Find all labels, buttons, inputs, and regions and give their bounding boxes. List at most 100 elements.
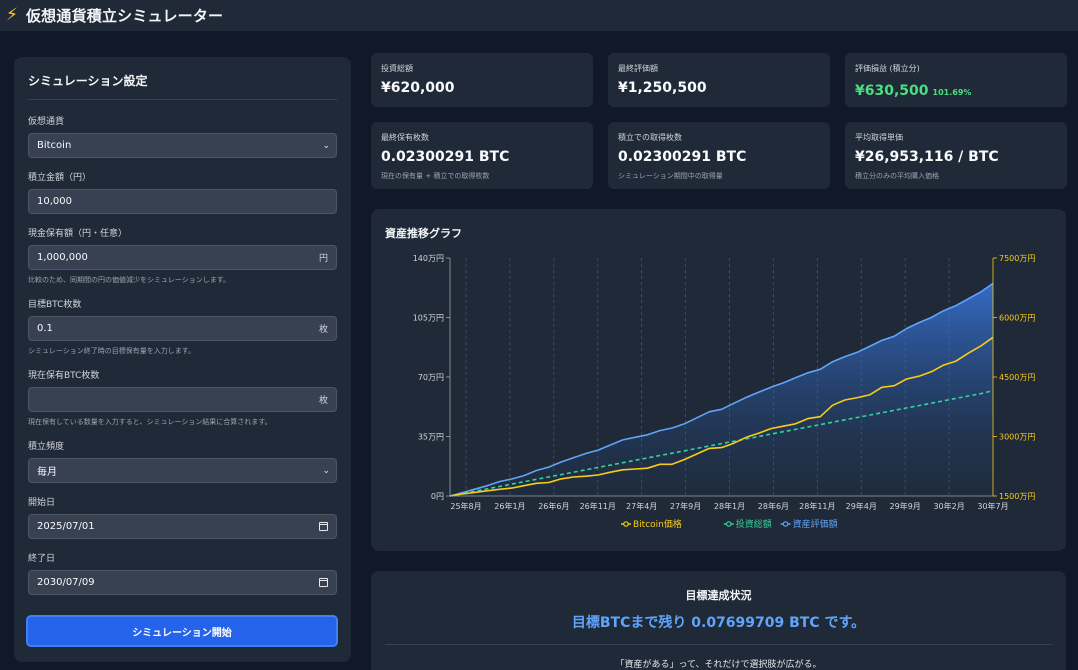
currency-select[interactable]: Bitcoin ⌄ [28,133,337,158]
x-tick-label: 27年9月 [670,501,701,511]
holding-field: 現在保有BTC枚数 枚 現在保有している数量を入力すると、シミュレーション結果に… [28,368,337,427]
gain-row: ¥630,500 101.69% [855,80,1057,99]
holdings-label: 最終保有枚数 [381,133,429,142]
chart-legend[interactable]: Bitcoin価格 投資総額 資産評価額 [621,518,838,530]
target-label: 目標BTC枚数 [28,300,82,310]
y-left-tick-label: 0円 [431,492,444,501]
amount-field: 積立金額（円） 10,000 [28,170,337,214]
x-tick-label: 26年6月 [538,501,569,511]
legend-item[interactable]: 投資総額 [723,518,772,530]
amount-label: 積立金額（円） [28,173,92,183]
gain-pct: 101.69% [932,88,972,97]
acquired-label: 積立での取得枚数 [618,133,682,142]
chevron-down-icon: ⌄ [322,140,330,151]
legend-label: Bitcoin価格 [633,518,682,530]
legend-swatch-dot [725,521,732,527]
start-value: 2025/07/01 [37,521,95,532]
cash-input[interactable]: 1,000,000 円 [28,245,337,270]
goal-title: 目標達成状況 [685,589,752,602]
legend-label: 投資総額 [736,518,772,530]
cash-hint: 比較のため、同期間の円の価値減少をシミュレーションします。 [28,276,231,284]
asset-value-area [450,283,993,496]
amount-input[interactable]: 10,000 [28,189,337,214]
legend-label: 資産評価額 [793,518,838,530]
target-value: 0.1 [37,323,53,334]
x-tick-label: 28年11月 [799,501,835,511]
x-tick-label: 25年8月 [450,501,481,511]
start-simulation-button[interactable]: シミュレーション開始 [26,615,338,647]
y-left-tick-label: 140万円 [413,254,444,263]
acquired-sub: シミュレーション期間中の取得量 [618,172,723,180]
amount-value: 10,000 [37,196,72,207]
frequency-field: 積立頻度 毎月 ⌄ [28,439,337,483]
chart-panel: 資産推移グラフ 25年8月 26年1月 26年6月 26年11月 27年4月 27年9月 2… [371,209,1066,551]
x-tick-label: 28年1月 [714,501,745,511]
avg-price-label: 平均取得単価 [855,133,903,142]
final-value-card: 最終評価額 ¥1,250,500 [608,53,830,107]
x-tick-label: 28年6月 [758,501,789,511]
goal-text: 目標BTCまで残り 0.07699709 BTC です。 [571,615,866,631]
x-tick-label: 26年1月 [494,501,525,511]
start-label: 開始日 [28,498,56,508]
avg-price-card: 平均取得単価 ¥26,953,116 / BTC 積立分のみの平均購入価格 [845,122,1067,189]
x-tick-label: 30年7月 [977,501,1008,511]
invested-card: 投資総額 ¥620,000 [371,53,593,107]
calendar-icon[interactable] [319,522,328,531]
acquired-value: 0.02300291 BTC [618,149,747,165]
x-tick-label: 30年2月 [933,501,964,511]
frequency-select[interactable]: 毎月 ⌄ [28,458,337,483]
final-value-value: ¥1,250,500 [618,80,707,96]
currency-value: Bitcoin [37,140,72,151]
app-header: ⚡ 仮想通貨積立シミュレーター [0,0,1078,32]
cash-label: 現金保有額（円・任意） [28,229,128,239]
y-right-tick-label: 1500万円 [999,492,1035,501]
avg-price-sub: 積立分のみの平均購入価格 [855,172,939,180]
legend-item[interactable]: 資産評価額 [780,518,838,530]
end-field: 終了日 2030/07/09 [28,551,337,595]
invested-value: ¥620,000 [381,80,455,96]
goal-quote: 「資産がある」って、それだけで選択肢が広がる。 [615,660,822,670]
invested-label: 投資総額 [381,64,413,73]
holding-hint: 現在保有している数量を入力すると、シミュレーション結果に合算されます。 [28,418,272,426]
avg-price-value: ¥26,953,116 / BTC [855,149,999,165]
x-tick-label: 29年9月 [890,501,921,511]
holding-label: 現在保有BTC枚数 [28,371,100,381]
x-tick-label: 29年4月 [846,501,877,511]
start-field: 開始日 2025/07/01 [28,495,337,539]
start-date-input[interactable]: 2025/07/01 [28,514,337,539]
legend-item[interactable]: Bitcoin価格 [621,518,682,530]
goal-panel: 目標達成状況 目標BTCまで残り 0.07699709 BTC です。 「資産が… [371,571,1066,670]
lightning-bolt-icon: ⚡ [6,5,18,25]
holdings-value: 0.02300291 BTC [381,149,510,165]
holding-suffix: 枚 [318,396,328,406]
x-tick-label: 27年4月 [626,501,657,511]
settings-panel: シミュレーション設定 仮想通貨 Bitcoin ⌄ 積立金額（円） 10,000… [14,57,351,662]
target-suffix: 枚 [318,325,328,335]
gain-value: ¥630,500 [855,83,929,99]
holdings-sub: 現在の保有量 + 積立での取得枚数 [381,172,490,180]
y-left-tick-label: 105万円 [413,314,444,323]
y-right-tick-label: 6000万円 [999,314,1035,323]
goal-divider [385,644,1052,645]
y-left-tick-label: 35万円 [418,433,444,442]
calendar-icon[interactable] [319,578,328,587]
settings-title: シミュレーション設定 [28,72,337,100]
y-right-tick-label: 3000万円 [999,433,1035,442]
target-field: 目標BTC枚数 0.1 枚 シミュレーション終了時の目標保有量を入力します。 [28,297,337,356]
frequency-label: 積立頻度 [28,442,65,452]
target-input[interactable]: 0.1 枚 [28,316,337,341]
y-right-tick-label: 4500万円 [999,373,1035,382]
cash-value: 1,000,000 [37,252,88,263]
frequency-value: 毎月 [37,467,57,478]
app-title: 仮想通貨積立シミュレーター [25,7,224,25]
asset-chart[interactable]: 25年8月 26年1月 26年6月 26年11月 27年4月 27年9月 28年1月 28年6… [371,209,1066,551]
y-right-tick-label: 7500万円 [999,254,1035,263]
end-date-input[interactable]: 2030/07/09 [28,570,337,595]
gain-label: 評価損益 (積立分) [855,64,920,73]
cash-suffix: 円 [318,254,328,264]
acquired-card: 積立での取得枚数 0.02300291 BTC シミュレーション期間中の取得量 [608,122,830,189]
holding-input[interactable]: 枚 [28,387,337,412]
currency-field: 仮想通貨 Bitcoin ⌄ [28,114,337,158]
gain-card: 評価損益 (積立分) ¥630,500 101.69% [845,53,1067,107]
chart-area [450,283,993,496]
